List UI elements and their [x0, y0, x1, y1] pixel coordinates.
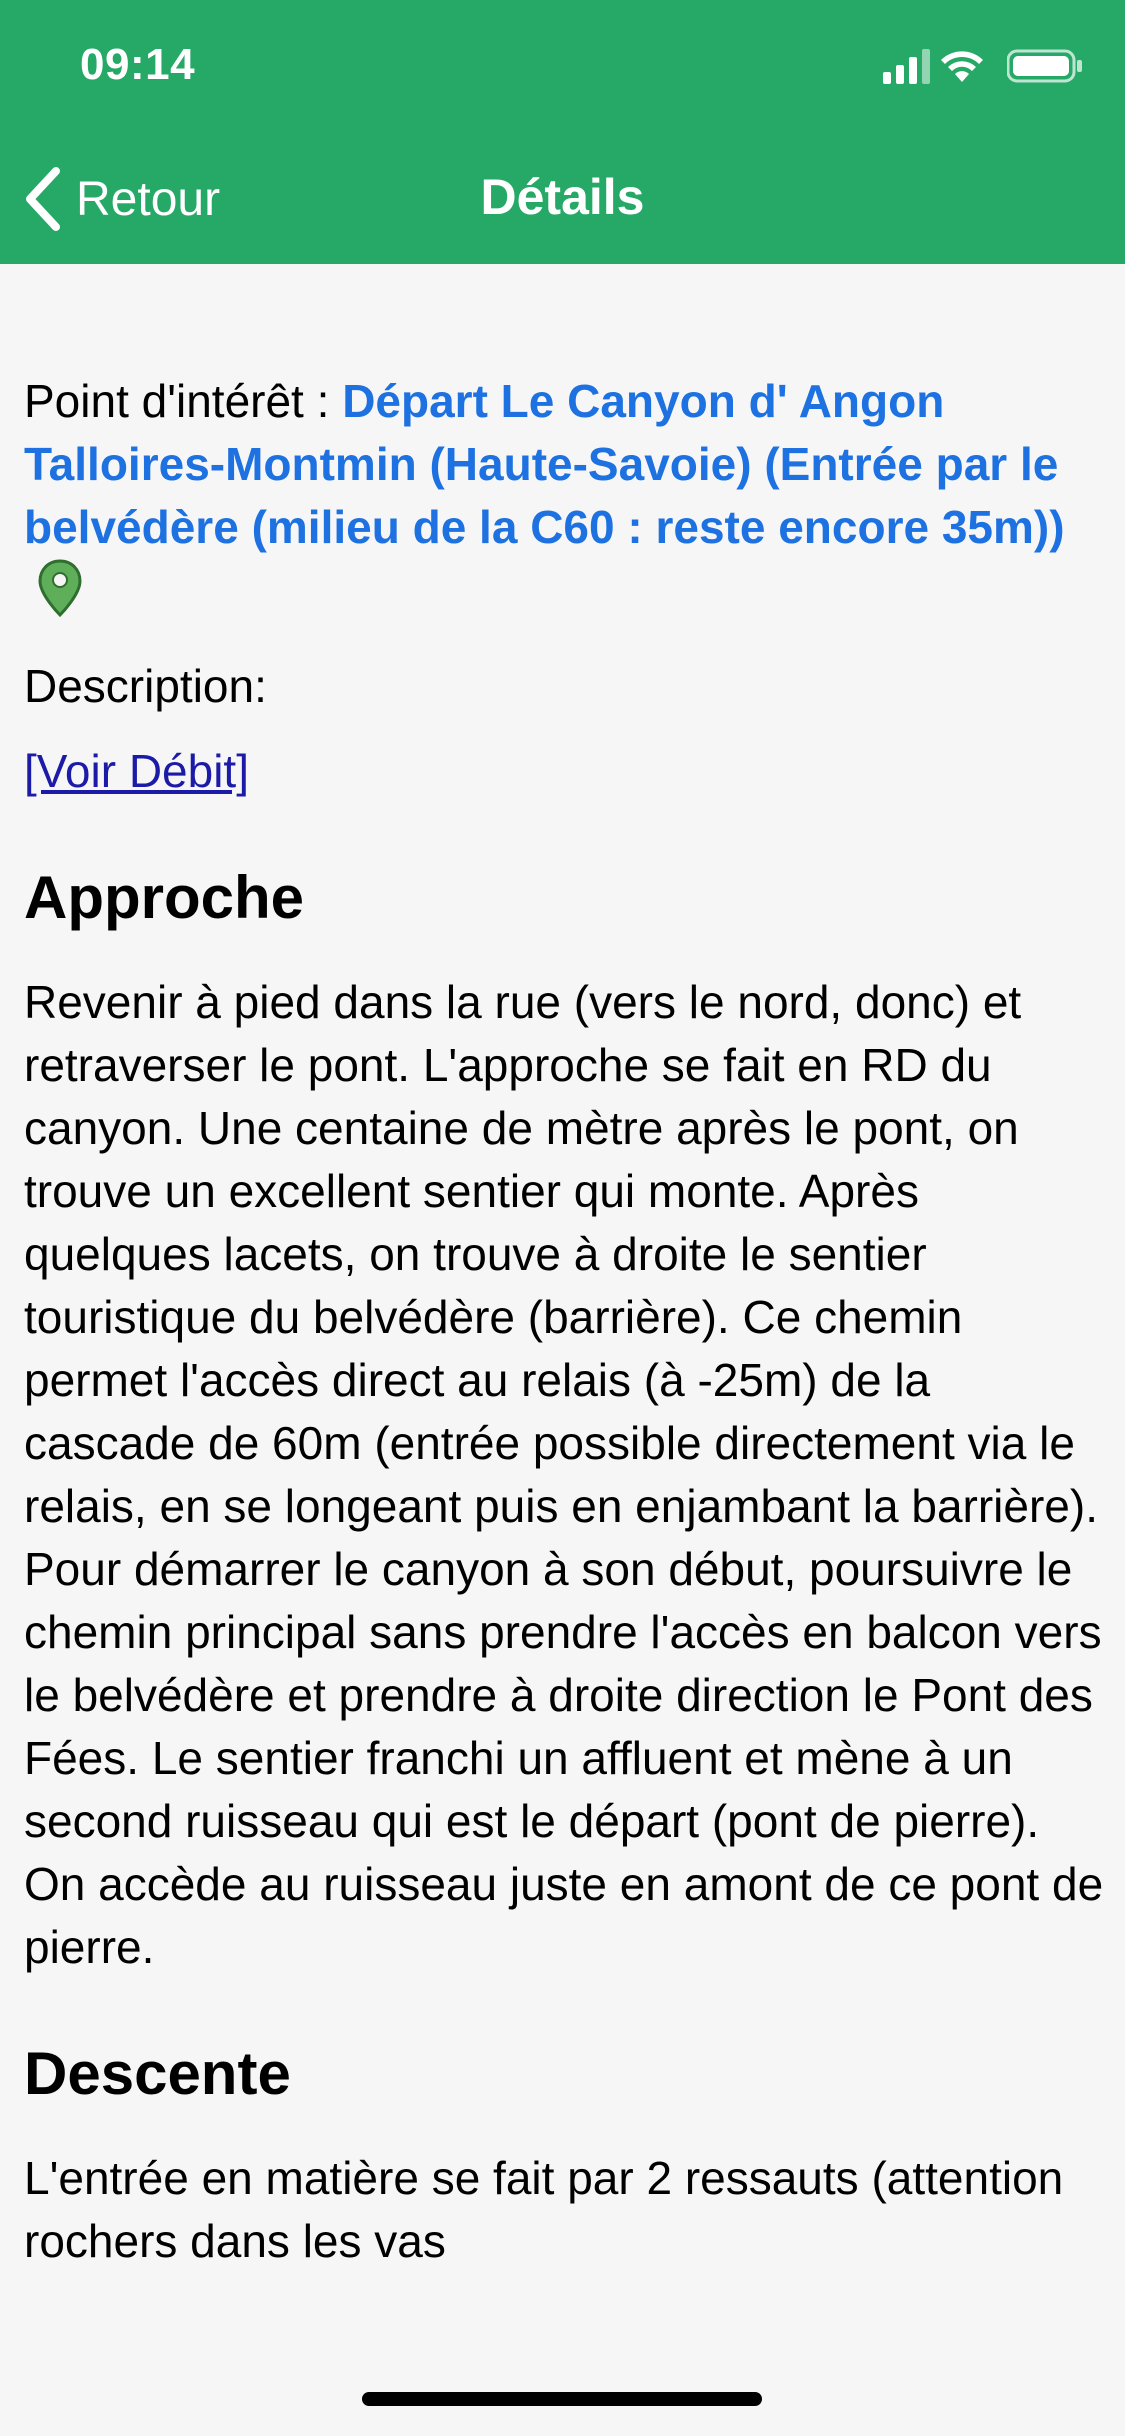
voir-debit-link[interactable]: [Voir Débit]: [24, 745, 249, 797]
home-indicator[interactable]: [362, 2392, 762, 2406]
description-label: Description:: [24, 660, 267, 712]
page-title: Détails: [480, 169, 645, 225]
section-heading-descente: Descente: [24, 2040, 291, 2107]
poi-label: Point d'intérêt :: [24, 375, 343, 427]
battery-icon: [1007, 49, 1082, 83]
cellular-signal-icon: [883, 49, 930, 84]
poi-line: Point d'intérêt : Départ Le Canyon d' An…: [24, 370, 1104, 633]
navigation-bar: 09:14 Retour Détails: [0, 0, 1125, 264]
wifi-icon: [941, 51, 983, 82]
status-time: 09:14: [80, 40, 196, 89]
map-pin-icon[interactable]: [38, 559, 82, 633]
section-text-descente: L'entrée en matière se fait par 2 ressau…: [24, 2152, 1064, 2267]
section-text-approche: Revenir à pied dans la rue (vers le nord…: [24, 976, 1104, 1973]
details-content: Point d'intérêt : Départ Le Canyon d' An…: [24, 370, 1104, 2273]
section-heading-approche: Approche: [24, 864, 305, 931]
